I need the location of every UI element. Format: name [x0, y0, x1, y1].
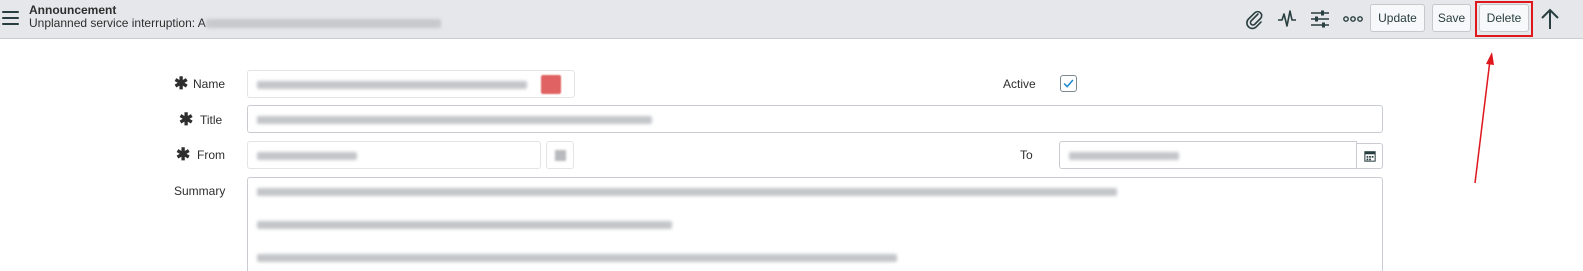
form-header: Announcement Unplanned service interrupt… — [0, 0, 1583, 39]
save-button[interactable]: Save — [1432, 4, 1471, 32]
redacted-text — [257, 221, 672, 229]
redacted-text — [1069, 152, 1179, 160]
redacted-text — [257, 188, 1117, 196]
redacted-text — [257, 152, 357, 160]
more-options-icon[interactable] — [1342, 8, 1364, 30]
record-name-prefix: Unplanned service interruption: A — [29, 16, 206, 30]
redacted-text — [205, 19, 441, 29]
active-label: Active — [1003, 77, 1036, 91]
settings-sliders-icon[interactable] — [1309, 8, 1331, 30]
activity-icon[interactable] — [1276, 8, 1298, 30]
required-marker: ✱ — [174, 74, 189, 93]
paperclip-icon[interactable] — [1243, 8, 1265, 30]
redacted-text — [257, 81, 527, 89]
calendar-icon — [1364, 151, 1376, 162]
name-field[interactable] — [247, 70, 575, 98]
calendar-icon — [555, 150, 566, 161]
redacted-text — [257, 254, 897, 262]
to-label: To — [1020, 148, 1033, 162]
scroll-up-icon[interactable] — [1539, 7, 1561, 31]
redacted-text — [257, 116, 652, 124]
active-checkbox[interactable] — [1060, 75, 1077, 92]
from-field[interactable] — [247, 141, 541, 169]
summary-label: Summary — [174, 184, 226, 198]
title-field[interactable] — [247, 105, 1383, 133]
field-status-icon[interactable] — [541, 75, 561, 94]
required-marker: ✱ — [179, 110, 194, 129]
title-label: Title — [200, 113, 223, 127]
update-button[interactable]: Update — [1370, 4, 1425, 32]
highlight-box — [1475, 1, 1533, 37]
required-marker: ✱ — [176, 145, 191, 164]
record-name-subtitle: Unplanned service interruption: A — [29, 16, 441, 30]
to-field[interactable] — [1059, 141, 1357, 169]
to-calendar-button[interactable] — [1356, 143, 1383, 169]
from-calendar-button[interactable] — [546, 141, 574, 169]
name-label: Name — [193, 77, 226, 91]
from-label: From — [197, 148, 225, 162]
record-type-title: Announcement — [29, 3, 117, 17]
summary-field[interactable] — [247, 177, 1383, 271]
menu-icon[interactable] — [2, 11, 19, 25]
